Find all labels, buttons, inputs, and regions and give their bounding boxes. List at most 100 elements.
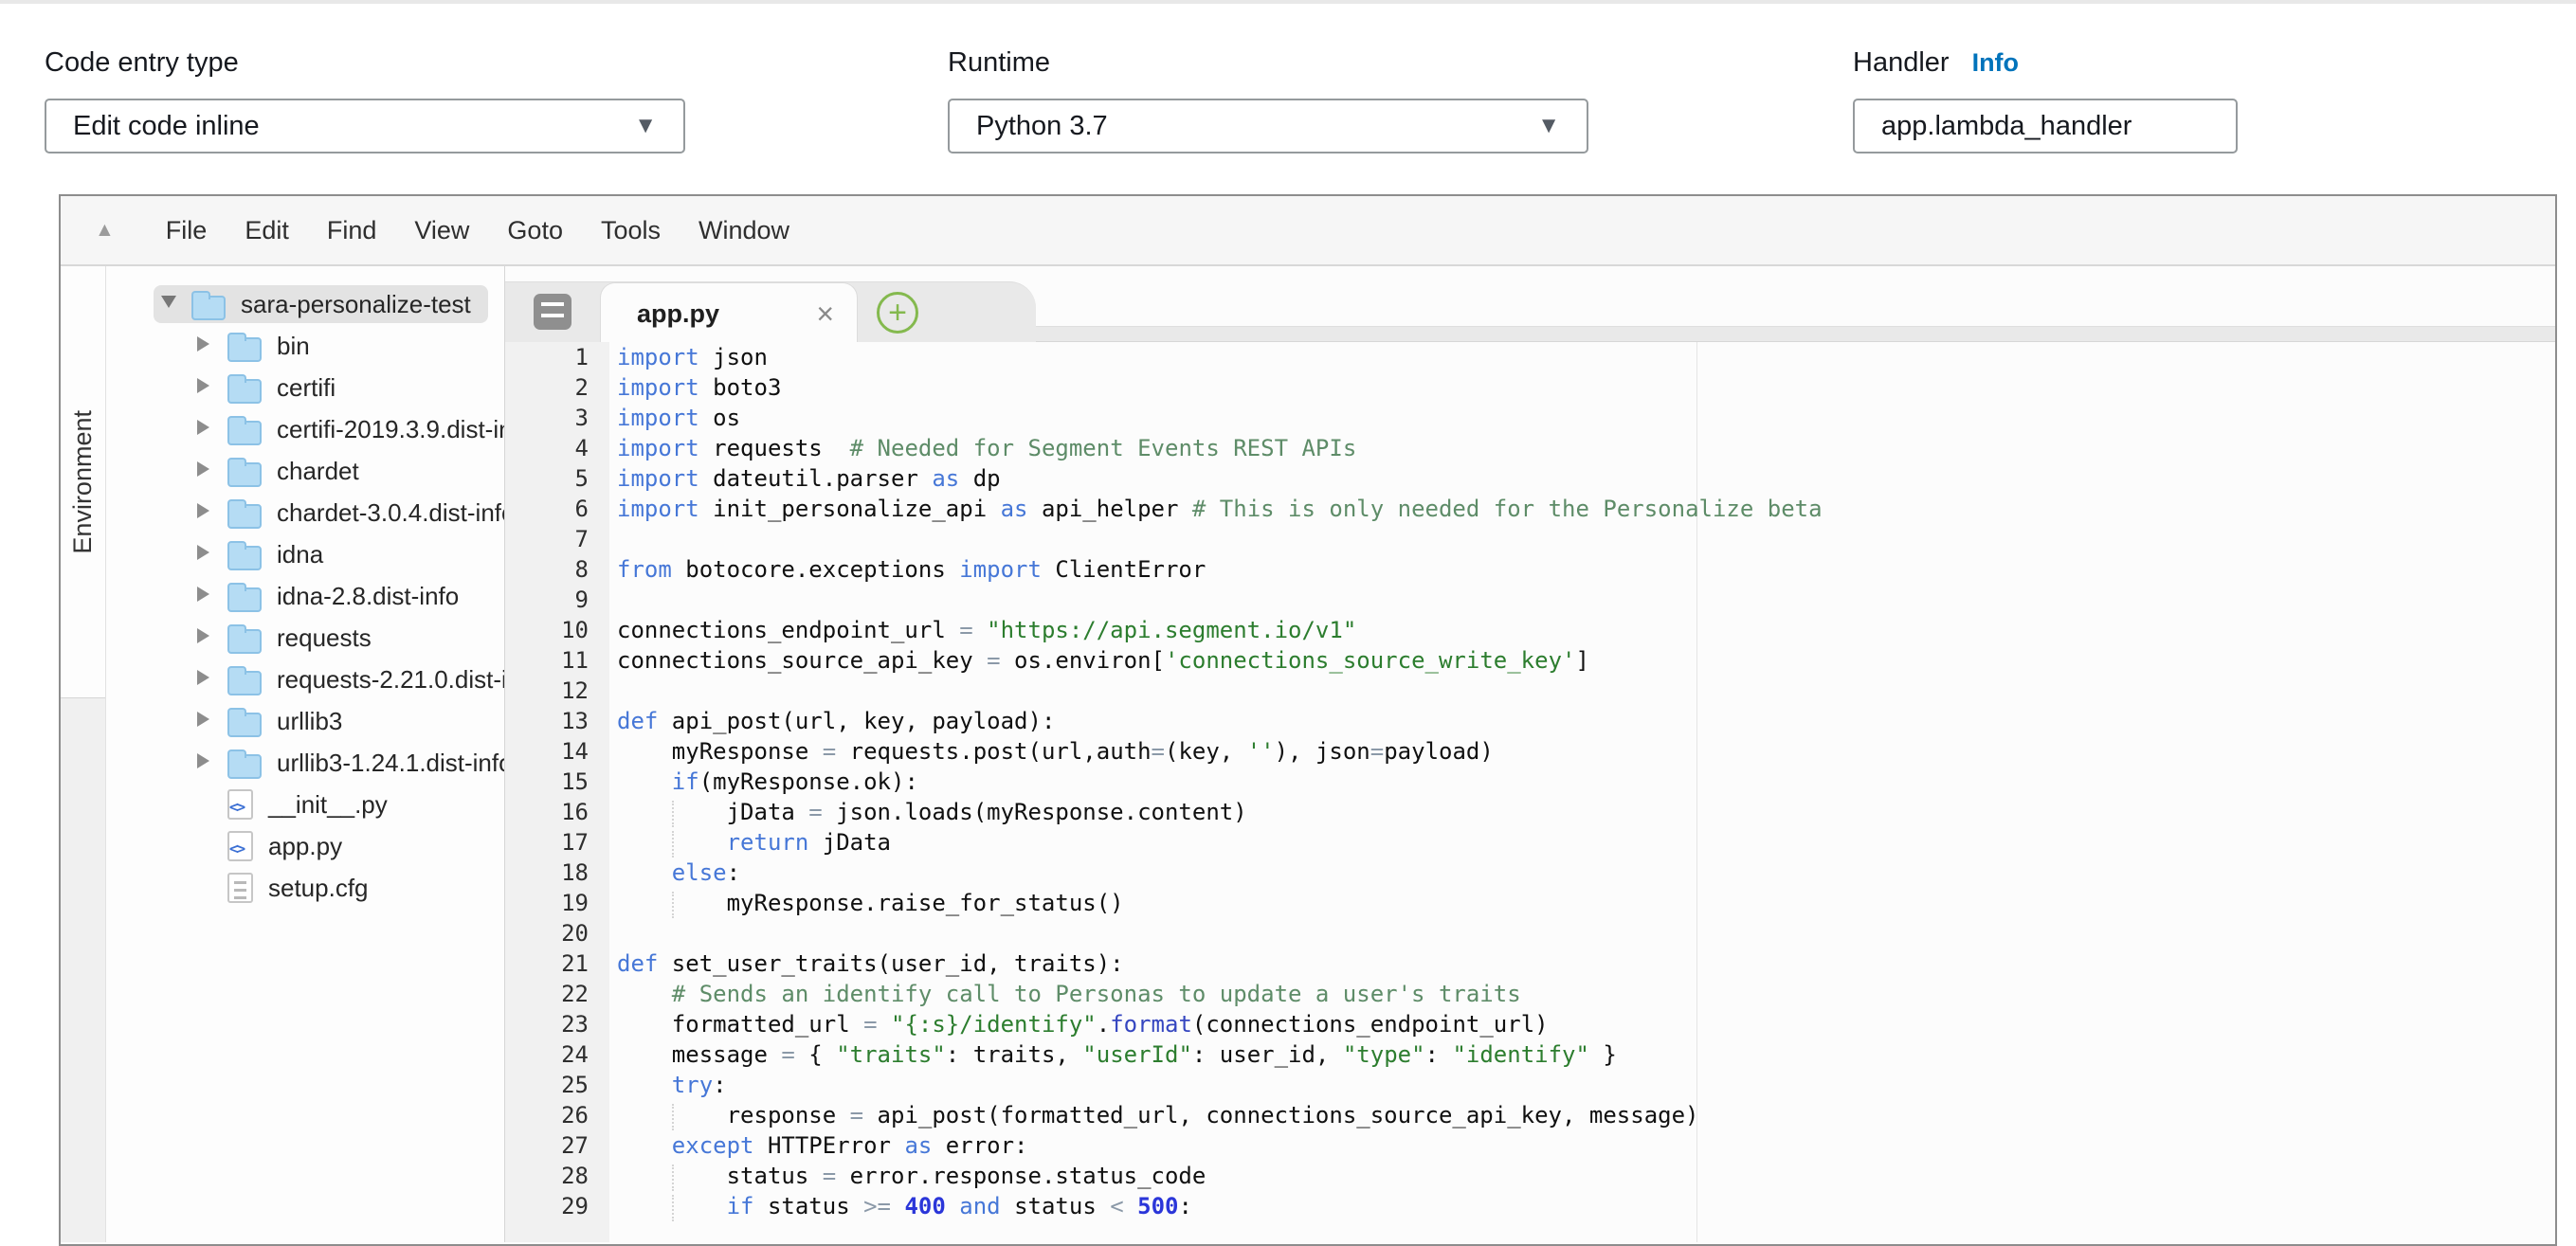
code-line[interactable] — [609, 920, 2555, 950]
code-line[interactable]: def set_user_traits(user_id, traits): — [609, 950, 2555, 981]
disclosure-caret-icon[interactable] — [197, 461, 216, 481]
gutter-line-number[interactable]: 20 — [505, 920, 609, 950]
tree-item-chardet-3-0-4-dist-info[interactable]: chardet-3.0.4.dist-info — [106, 492, 504, 533]
disclosure-caret-icon[interactable] — [197, 503, 216, 523]
gutter-line-number[interactable]: 25 — [505, 1072, 609, 1102]
code-line[interactable]: myResponse = requests.post(url,auth=(key… — [609, 738, 2555, 768]
disclosure-caret-icon[interactable] — [197, 545, 216, 565]
code-line[interactable]: import boto3 — [609, 374, 2555, 405]
tree-item-idna[interactable]: idna — [106, 533, 504, 575]
code-line[interactable]: status = error.response.status_code — [609, 1163, 2555, 1193]
code-line[interactable]: from botocore.exceptions import ClientEr… — [609, 556, 2555, 587]
gutter-line-number[interactable]: 7 — [505, 526, 609, 556]
tree-item-bin[interactable]: bin — [106, 325, 504, 367]
code-line[interactable]: else: — [609, 859, 2555, 890]
code-line[interactable]: if(myResponse.ok): — [609, 768, 2555, 799]
handler-input[interactable] — [1881, 111, 2209, 142]
disclosure-caret-icon[interactable] — [197, 753, 216, 773]
tab-list-icon[interactable] — [534, 294, 571, 330]
tree-item-requests[interactable]: requests — [106, 617, 504, 659]
code-line[interactable]: return jData — [609, 829, 2555, 859]
tree-item-requests-2-21-0-dist-info[interactable]: requests-2.21.0.dist-info — [106, 659, 504, 700]
gutter-line-number[interactable]: 22 — [505, 981, 609, 1011]
tree-item-idna-2-8-dist-info[interactable]: idna-2.8.dist-info — [106, 575, 504, 617]
gutter-line-number[interactable]: 11 — [505, 647, 609, 677]
gutter-line-number[interactable]: 17 — [505, 829, 609, 859]
gutter-line-number[interactable]: 14 — [505, 738, 609, 768]
collapse-menu-icon[interactable]: ▲ — [95, 219, 115, 242]
code-line[interactable]: def api_post(url, key, payload): — [609, 708, 2555, 738]
tree-item-chardet[interactable]: chardet — [106, 450, 504, 492]
gutter-line-number[interactable]: 21 — [505, 950, 609, 981]
code-line[interactable] — [609, 677, 2555, 708]
gutter-line-number[interactable]: 16 — [505, 799, 609, 829]
menu-file[interactable]: File — [147, 216, 227, 245]
new-tab-icon[interactable]: + — [877, 292, 918, 334]
menu-edit[interactable]: Edit — [226, 216, 308, 245]
disclosure-caret-icon[interactable] — [197, 670, 216, 690]
gutter-line-number[interactable]: 10 — [505, 617, 609, 647]
tab-app-py[interactable]: app.py × — [600, 282, 858, 344]
tree-item-setup-cfg[interactable]: setup.cfg — [106, 867, 504, 909]
gutter-line-number[interactable]: 12 — [505, 677, 609, 708]
code-line[interactable] — [609, 587, 2555, 617]
disclosure-caret-icon[interactable] — [197, 712, 216, 731]
gutter-line-number[interactable]: 26 — [505, 1102, 609, 1132]
sidebar-tab-environment[interactable]: Environment — [61, 266, 105, 698]
menu-goto[interactable]: Goto — [488, 216, 582, 245]
code-line[interactable]: response = api_post(formatted_url, conne… — [609, 1102, 2555, 1132]
code-line[interactable]: if status >= 400 and status < 500: — [609, 1193, 2555, 1223]
code-line[interactable]: connections_source_api_key = os.environ[… — [609, 647, 2555, 677]
gutter-line-number[interactable]: 28 — [505, 1163, 609, 1193]
gutter-line-number[interactable]: 24 — [505, 1041, 609, 1072]
tree-item-certifi[interactable]: certifi — [106, 367, 504, 408]
code-line[interactable]: # Sends an identify call to Personas to … — [609, 981, 2555, 1011]
code-line[interactable]: message = { "traits": traits, "userId": … — [609, 1041, 2555, 1072]
gutter-line-number[interactable]: 6 — [505, 496, 609, 526]
code-pane[interactable]: import jsonimport boto3import osimport r… — [609, 342, 2555, 1242]
tree-item-app-py[interactable]: app.py — [106, 825, 504, 867]
runtime-select[interactable]: Python 3.7 ▼ — [948, 99, 1588, 153]
disclosure-caret-icon[interactable] — [197, 336, 216, 356]
code-line[interactable]: import json — [609, 344, 2555, 374]
code-line[interactable]: try: — [609, 1072, 2555, 1102]
code-editor-area[interactable]: 1234567891011121314151617181920212223242… — [505, 342, 2555, 1242]
line-number-gutter[interactable]: 1234567891011121314151617181920212223242… — [505, 342, 609, 1242]
code-line[interactable]: import requests # Needed for Segment Eve… — [609, 435, 2555, 465]
gutter-line-number[interactable]: 2 — [505, 374, 609, 405]
gutter-line-number[interactable]: 13 — [505, 708, 609, 738]
tree-item--init-py[interactable]: __init__.py — [106, 784, 504, 825]
gutter-line-number[interactable]: 1 — [505, 344, 609, 374]
disclosure-caret-icon[interactable] — [197, 628, 216, 648]
tree-item-urllib3[interactable]: urllib3 — [106, 700, 504, 742]
code-line[interactable]: except HTTPError as error: — [609, 1132, 2555, 1163]
gutter-line-number[interactable]: 18 — [505, 859, 609, 890]
code-line[interactable]: import dateutil.parser as dp — [609, 465, 2555, 496]
close-tab-icon[interactable]: × — [816, 298, 834, 329]
gutter-line-number[interactable]: 4 — [505, 435, 609, 465]
menu-window[interactable]: Window — [680, 216, 808, 245]
tree-item-certifi-2019-3-9-dist-info[interactable]: certifi-2019.3.9.dist-info — [106, 408, 504, 450]
gutter-line-number[interactable]: 15 — [505, 768, 609, 799]
gutter-line-number[interactable]: 29 — [505, 1193, 609, 1223]
code-line[interactable]: connections_endpoint_url = "https://api.… — [609, 617, 2555, 647]
gutter-line-number[interactable]: 23 — [505, 1011, 609, 1041]
gutter-line-number[interactable]: 3 — [505, 405, 609, 435]
code-line[interactable]: jData = json.loads(myResponse.content) — [609, 799, 2555, 829]
gutter-line-number[interactable]: 9 — [505, 587, 609, 617]
gutter-line-number[interactable]: 8 — [505, 556, 609, 587]
disclosure-caret-icon[interactable] — [197, 420, 216, 440]
disclosure-caret-icon[interactable] — [161, 296, 180, 313]
gutter-line-number[interactable]: 5 — [505, 465, 609, 496]
code-line[interactable]: formatted_url = "{:s}/identify".format(c… — [609, 1011, 2555, 1041]
tree-item-urllib3-1-24-1-dist-info[interactable]: urllib3-1.24.1.dist-info — [106, 742, 504, 784]
code-line[interactable]: import os — [609, 405, 2555, 435]
menu-tools[interactable]: Tools — [582, 216, 680, 245]
gutter-line-number[interactable]: 19 — [505, 890, 609, 920]
disclosure-caret-icon[interactable] — [197, 378, 216, 398]
code-line[interactable]: import init_personalize_api as api_helpe… — [609, 496, 2555, 526]
tree-item-sara-personalize-test[interactable]: sara-personalize-test — [106, 283, 504, 325]
handler-info-link[interactable]: Info — [1972, 48, 2019, 78]
code-entry-type-select[interactable]: Edit code inline ▼ — [45, 99, 685, 153]
code-line[interactable] — [609, 526, 2555, 556]
